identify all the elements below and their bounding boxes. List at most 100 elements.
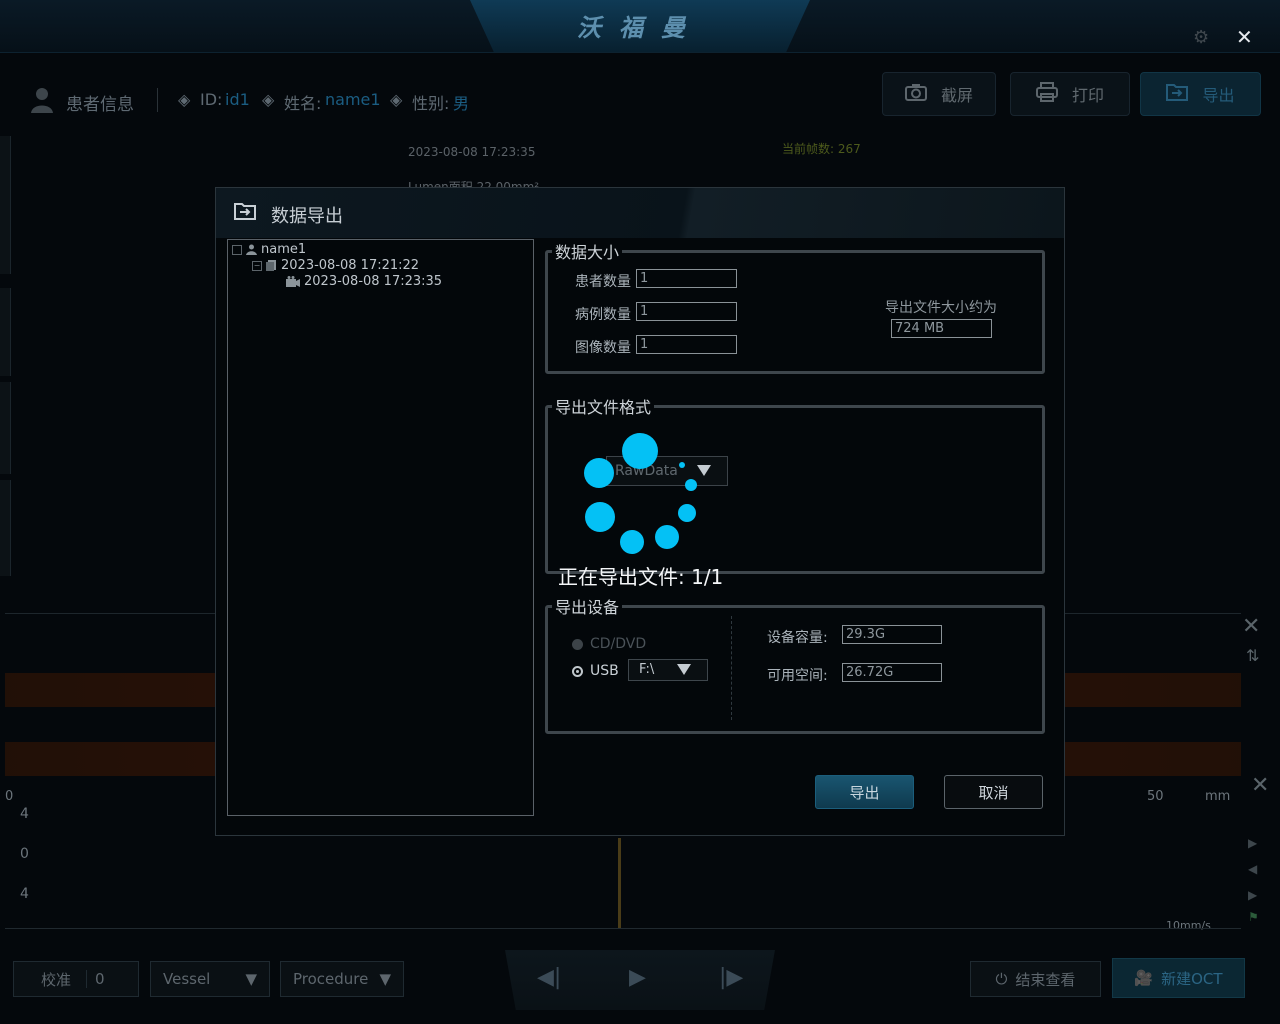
next-marker-icon[interactable]: ▶ xyxy=(1248,888,1257,902)
tree-patient-label: name1 xyxy=(261,242,307,257)
y-label-bottom: 4 xyxy=(20,886,29,902)
step-forward-icon[interactable]: |▶ xyxy=(719,965,743,990)
folder-export-icon xyxy=(1166,83,1189,105)
tree-node-case[interactable]: − 2023-08-08 17:21:22 xyxy=(252,258,419,273)
end-view-label: 结束查看 xyxy=(1015,970,1076,989)
camera-icon xyxy=(904,83,927,105)
chevron-down-icon: ▼ xyxy=(379,970,391,988)
spinner-dot xyxy=(585,502,615,532)
radio-usb[interactable]: USB xyxy=(572,663,619,679)
usb-drive-value: F:\ xyxy=(639,662,655,677)
tree-node-patient[interactable]: name1 xyxy=(232,242,306,257)
procedure-label: Procedure xyxy=(293,970,369,988)
export-dialog: 数据导出 name1 − 2023-08-08 17:21:22 2023-08… xyxy=(215,187,1065,836)
frame-cursor[interactable] xyxy=(618,838,621,928)
case-count-field[interactable]: 1 xyxy=(636,302,737,321)
side-panel-edge xyxy=(0,480,11,576)
flag-icon[interactable]: ⚑ xyxy=(1248,910,1259,924)
spinner-dot xyxy=(655,525,679,549)
axis-tick-0: 0 xyxy=(5,789,14,804)
y-label-mid: 0 xyxy=(20,846,29,862)
tree-node-image[interactable]: 2023-08-08 17:23:35 xyxy=(286,274,442,289)
radio-indicator xyxy=(572,665,583,677)
lumen-area-text: Lumen面积 22.00mm² xyxy=(408,180,540,187)
file-format-legend: 导出文件格式 xyxy=(552,394,655,418)
tree-case-label: 2023-08-08 17:21:22 xyxy=(281,258,420,273)
step-back-icon[interactable]: ◀| xyxy=(537,965,561,990)
new-oct-button[interactable]: 🎥 新建OCT xyxy=(1112,958,1245,998)
image-count-field[interactable]: 1 xyxy=(636,335,737,354)
vessel-dropdown[interactable]: Vessel ▼ xyxy=(150,961,270,997)
export-progress-text: 正在导出文件: 1/1 xyxy=(558,565,724,589)
tree-image-label: 2023-08-08 17:23:35 xyxy=(304,274,443,289)
patient-count-label: 患者数量 xyxy=(575,274,631,290)
image-timestamp: 2023-08-08 17:23:35 xyxy=(408,145,536,159)
radio-indicator xyxy=(572,638,583,650)
procedure-dropdown[interactable]: Procedure ▼ xyxy=(280,961,404,997)
end-view-button[interactable]: ⏻ 结束查看 xyxy=(970,961,1101,997)
patient-id-value: id1 xyxy=(225,90,250,109)
vessel-label: Vessel xyxy=(163,970,211,988)
diamond-icon: ◈ xyxy=(178,90,191,109)
spinner-dot xyxy=(678,504,696,522)
screenshot-button[interactable]: 截屏 xyxy=(882,72,996,116)
user-icon xyxy=(246,244,257,255)
print-button[interactable]: 打印 xyxy=(1010,72,1130,116)
dialog-header xyxy=(216,188,1064,238)
data-size-legend: 数据大小 xyxy=(552,239,623,263)
close-icon[interactable]: ✕ xyxy=(1236,25,1253,49)
usb-drive-dropdown[interactable]: F:\ xyxy=(628,659,708,681)
power-icon: ⏻ xyxy=(995,970,1008,988)
folder-export-icon xyxy=(234,202,256,220)
radio-usb-label: USB xyxy=(590,663,619,679)
calibrate-label: 校准 xyxy=(40,970,71,989)
calibrate-control[interactable]: 校准 0 xyxy=(13,961,139,997)
radio-cd-dvd-label: CD/DVD xyxy=(590,636,647,652)
radio-cd-dvd[interactable]: CD/DVD xyxy=(572,636,646,652)
video-camera-icon: 🎥 xyxy=(1134,969,1154,987)
cancel-button[interactable]: 取消 xyxy=(944,775,1043,809)
divider xyxy=(731,616,732,720)
chevron-down-icon[interactable] xyxy=(697,465,711,476)
patient-name-label: 姓名: xyxy=(284,94,322,113)
user-icon xyxy=(30,86,54,118)
close-lview-icon[interactable]: ✕ xyxy=(1242,614,1260,639)
gear-icon[interactable]: ⚙ xyxy=(1193,27,1209,48)
export-toolbar-button[interactable]: 导出 xyxy=(1140,72,1261,116)
divider xyxy=(157,88,158,112)
y-label-top: 4 xyxy=(20,806,29,822)
side-panel-edge xyxy=(0,382,11,474)
export-device-legend: 导出设备 xyxy=(552,594,623,618)
patient-gender-value: 男 xyxy=(453,94,470,113)
dialog-title: 数据导出 xyxy=(271,206,343,227)
spinner-dot xyxy=(584,458,614,488)
prev-marker-icon[interactable]: ◀ xyxy=(1248,862,1257,876)
file-format-group: 导出文件格式 RawData xyxy=(545,394,1045,574)
axis-tick-50: 50 xyxy=(1147,789,1164,804)
capacity-field[interactable]: 29.3G xyxy=(842,625,942,644)
spinner-dot xyxy=(622,433,658,469)
print-label: 打印 xyxy=(1071,86,1104,105)
frame-count: 当前帧数: 267 xyxy=(782,142,861,156)
export-button[interactable]: 导出 xyxy=(815,775,914,809)
export-device-group: 导出设备 CD/DVD USB F:\ 设备容量: 29.3G 可用空间: 26… xyxy=(545,594,1045,734)
play-icon[interactable]: ▶ xyxy=(629,965,646,990)
tree-collapse-toggle[interactable]: − xyxy=(252,260,262,271)
video-camera-icon xyxy=(286,276,300,287)
patient-count-field[interactable]: 1 xyxy=(636,269,737,288)
chevron-down-icon[interactable] xyxy=(677,664,691,675)
approx-size-label: 导出文件大小约为 xyxy=(885,300,997,316)
calibrate-value: 0 xyxy=(86,970,105,988)
data-tree[interactable]: name1 − 2023-08-08 17:21:22 2023-08-08 1… xyxy=(227,239,534,816)
play-marker-icon[interactable]: ▶ xyxy=(1248,836,1257,850)
free-space-field[interactable]: 26.72G xyxy=(842,663,942,682)
flip-icon[interactable]: ⇅ xyxy=(1246,646,1259,665)
lview-baseline xyxy=(5,928,1241,929)
spinner-dot xyxy=(679,462,685,468)
document-icon xyxy=(266,260,277,271)
side-panel-edge xyxy=(0,288,11,376)
approx-size-field[interactable]: 724 MB xyxy=(891,319,992,338)
side-panel-edge xyxy=(0,136,11,274)
tree-checkbox[interactable] xyxy=(232,244,242,255)
close-chart-icon[interactable]: ✕ xyxy=(1251,773,1269,798)
